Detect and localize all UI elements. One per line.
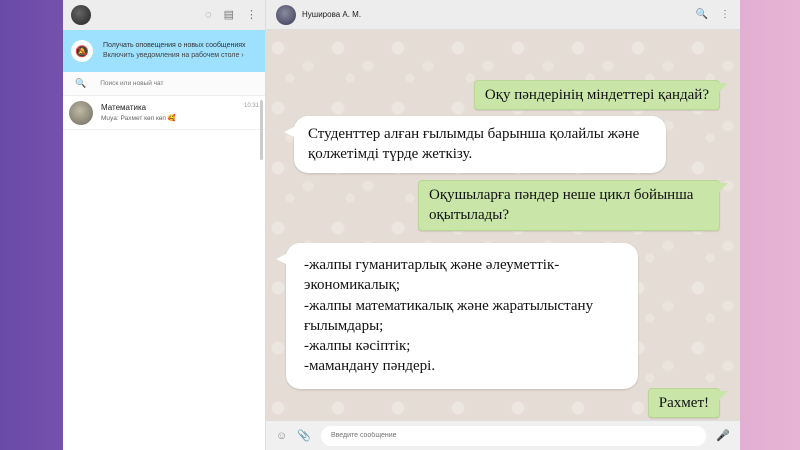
whatsapp-window: ◌ ▤ ⋮ 🔕 Получать оповещения о новых сооб… — [63, 0, 740, 450]
bell-off-icon: 🔕 — [71, 40, 93, 62]
search-icon[interactable]: 🔍 — [696, 9, 708, 20]
menu-icon[interactable]: ⋮ — [246, 9, 257, 21]
notification-link[interactable]: Включить уведомления на рабочем столе › — [103, 51, 246, 61]
contact-name[interactable]: Нуширова А. М. — [302, 10, 696, 19]
message-area: Оқу пәндерінің міндеттері қандай? Студен… — [266, 30, 740, 420]
microphone-icon[interactable]: 🎤 — [716, 429, 730, 442]
contact-avatar[interactable] — [276, 4, 296, 25]
message-line: -жалпы математикалық және жаратылыстану … — [304, 297, 594, 334]
incoming-message[interactable]: -жалпы гуманитарлық және әлеуметтік-экон… — [276, 243, 638, 389]
notification-banner[interactable]: 🔕 Получать оповещения о новых сообщениях… — [63, 30, 265, 72]
user-avatar[interactable] — [71, 5, 91, 25]
search-icon: 🔍 — [75, 78, 87, 88]
sidebar: ◌ ▤ ⋮ 🔕 Получать оповещения о новых сооб… — [63, 0, 266, 450]
status-icon[interactable]: ◌ — [205, 9, 212, 21]
menu-icon[interactable]: ⋮ — [720, 9, 730, 20]
attach-icon[interactable]: 📎 — [297, 429, 311, 442]
message-line: -мамандану пәндері. — [304, 358, 436, 375]
message-line: -жалпы кәсіптік; — [304, 338, 411, 354]
search-bar: 🔍 — [63, 72, 265, 96]
composer-bar: ☺ 📎 🎤 — [266, 420, 740, 450]
message-input[interactable] — [320, 425, 707, 446]
chat-avatar — [69, 100, 93, 125]
new-chat-icon[interactable]: ▤ — [224, 9, 234, 21]
incoming-message[interactable]: Студенттер алған ғылымды барынша қолайлы… — [284, 116, 666, 173]
outgoing-message[interactable]: Оқу пәндерінің міндеттері қандай? — [473, 80, 729, 111]
chat-preview: Muya: Рахмет көп көп 🥰 — [101, 115, 176, 122]
chat-panel: Нуширова А. М. 🔍 ⋮ Оқу пәндерінің міндет… — [266, 0, 740, 450]
chat-list-item[interactable]: Математика 10:31 Muya: Рахмет көп көп 🥰 — [63, 96, 265, 130]
search-input[interactable] — [100, 80, 241, 87]
outgoing-message[interactable]: Рахмет! — [647, 388, 729, 419]
sidebar-header: ◌ ▤ ⋮ — [63, 0, 265, 30]
chat-header: Нуширова А. М. 🔍 ⋮ — [266, 0, 740, 30]
notification-title: Получать оповещения о новых сообщениях — [103, 42, 246, 50]
sidebar-scrollbar[interactable] — [260, 100, 263, 160]
message-line: -жалпы гуманитарлық және әлеуметтік-экон… — [304, 257, 560, 294]
chat-time: 10:31 — [243, 103, 259, 109]
outgoing-message[interactable]: Оқушыларға пәндер неше цикл бойынша оқыт… — [418, 180, 728, 231]
emoji-icon[interactable]: ☺ — [276, 430, 287, 442]
chat-name: Математика — [101, 103, 147, 112]
